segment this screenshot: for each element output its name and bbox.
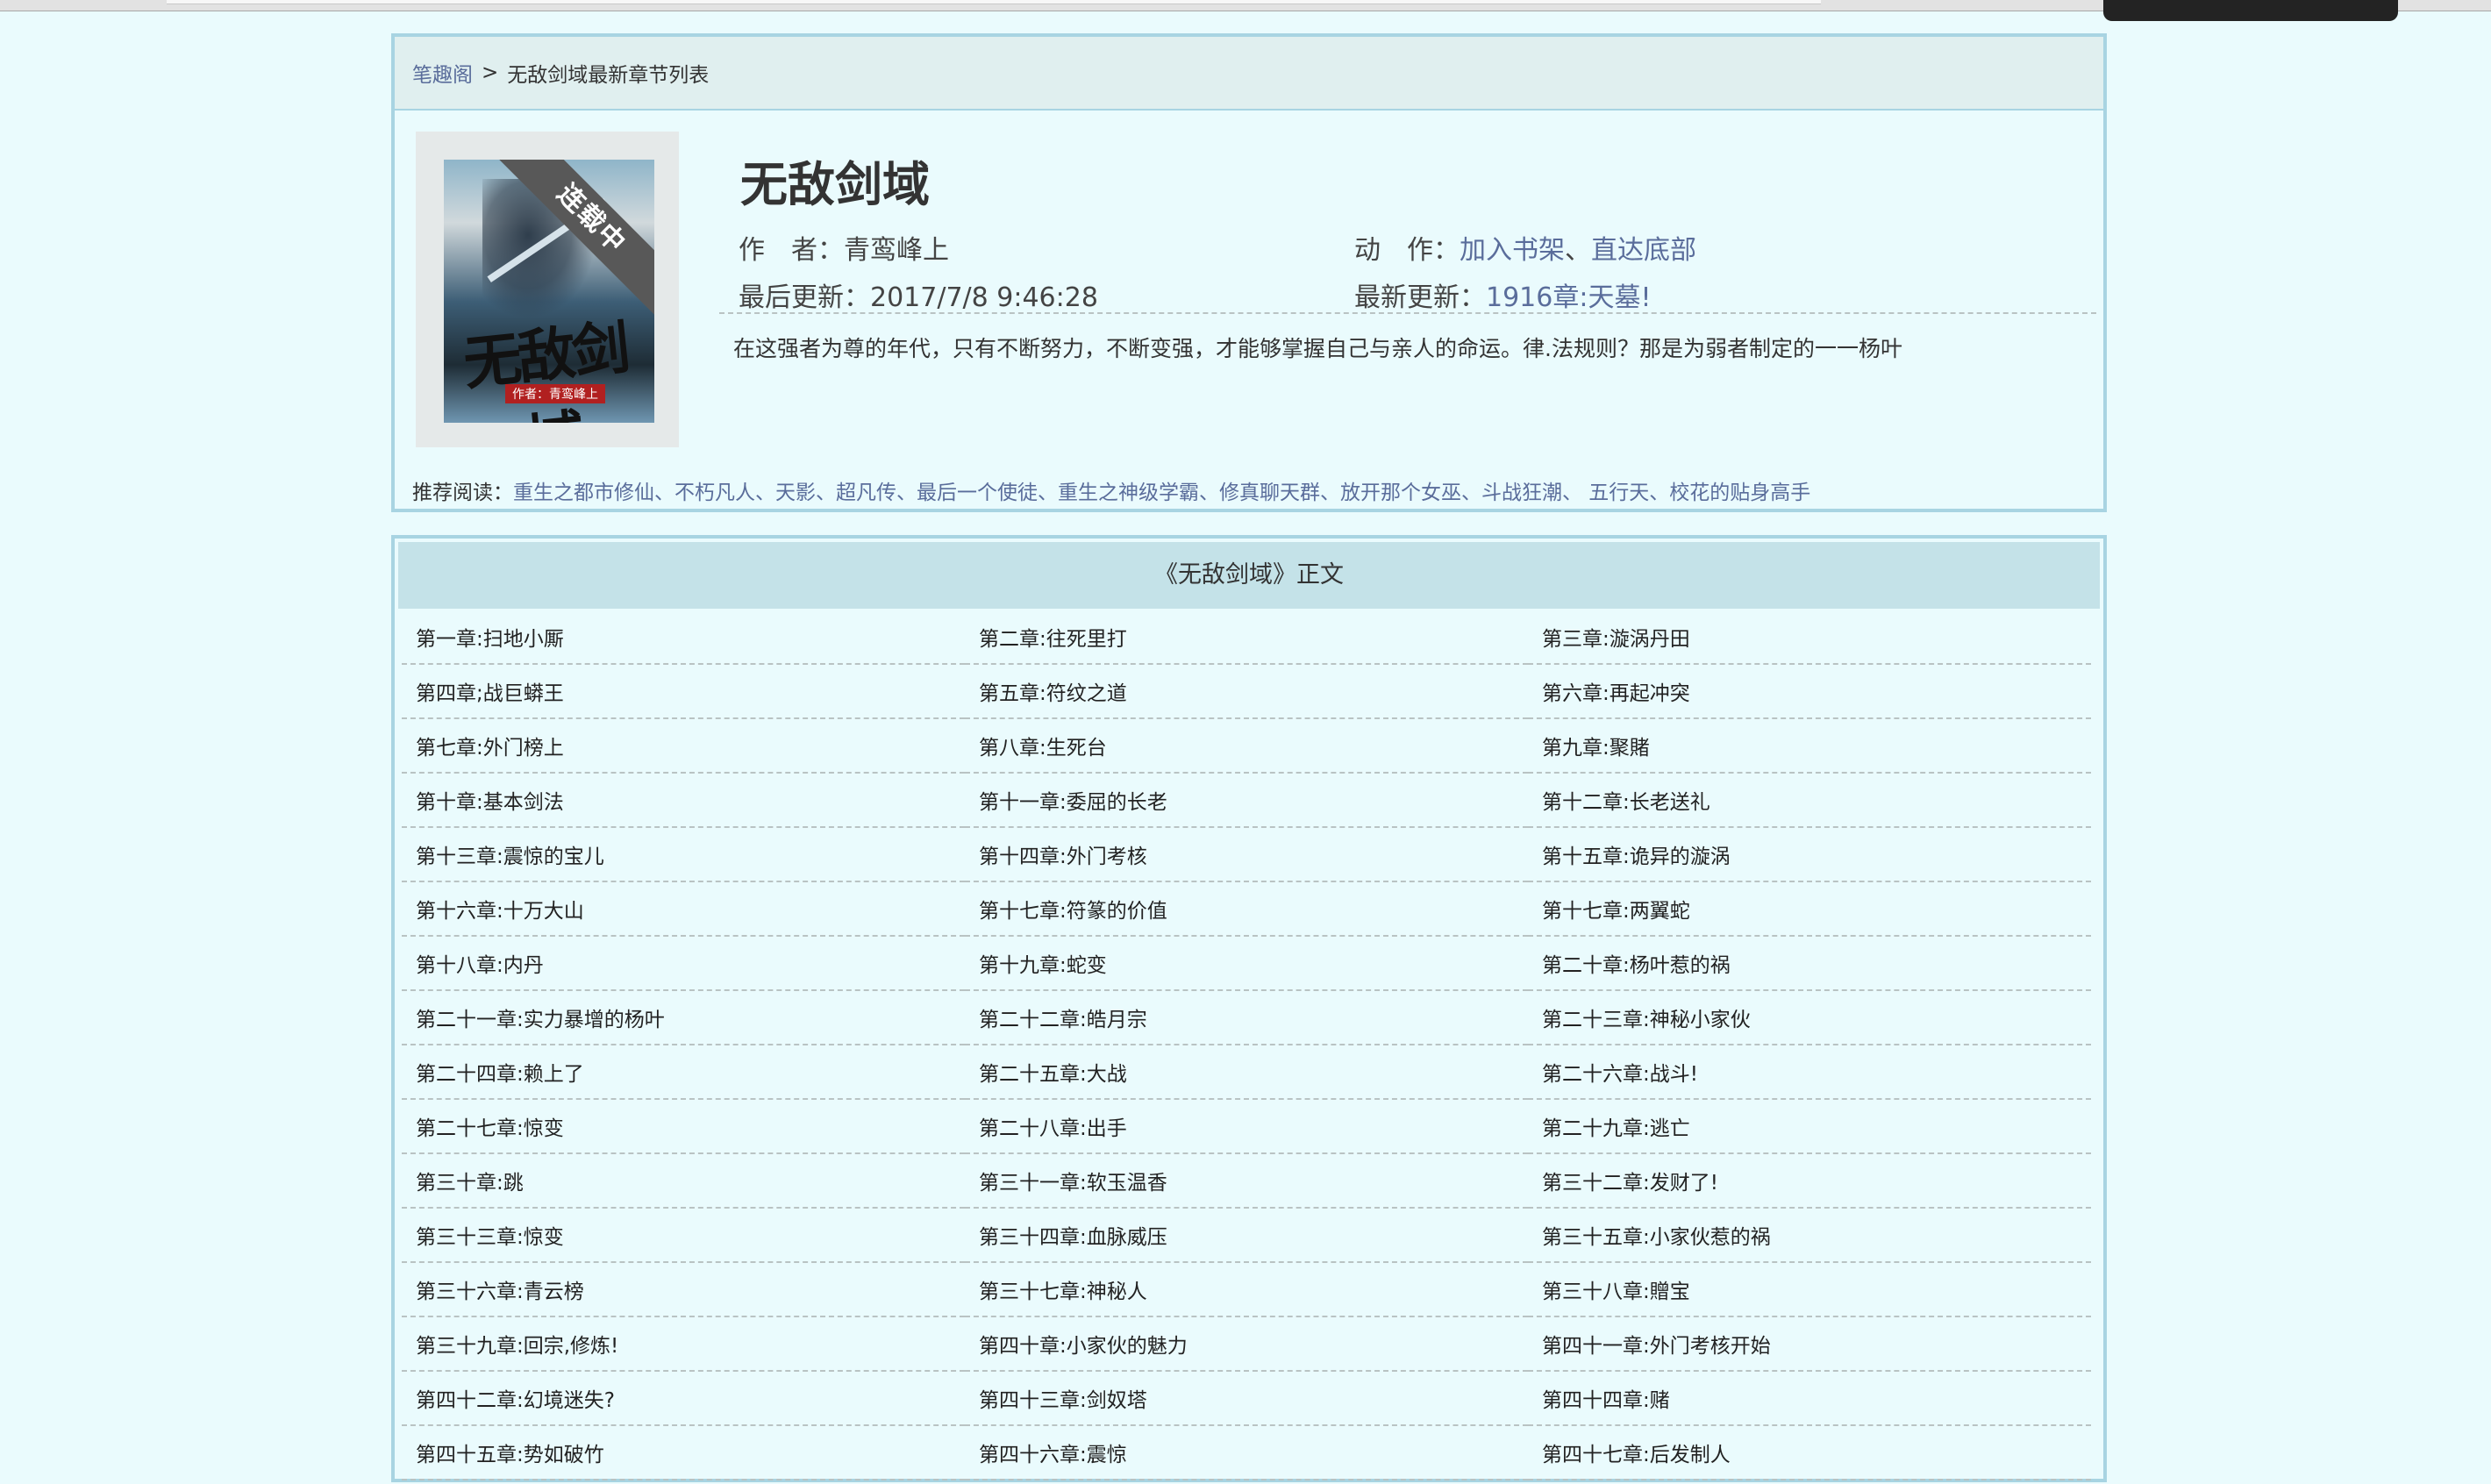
chapter-link[interactable]: 第二章:往死里打	[965, 610, 1528, 665]
chapter-link[interactable]: 第十九章:蛇变	[965, 937, 1528, 991]
book-info-panel: 笔趣阁 > 无敌剑域最新章节列表 无敌剑域 作者：青鸾峰上 连载中 无敌剑域 作…	[391, 33, 2107, 512]
chapter-link[interactable]: 第十章:基本剑法	[402, 774, 965, 828]
chapter-link[interactable]: 第十一章:委屈的长老	[965, 774, 1528, 828]
chapter-list-panel: 《无敌剑域》正文 第一章:扫地小厮 第二章:往死里打 第三章:漩涡丹田第四章;战巨蟒…	[391, 535, 2107, 1482]
chapter-link[interactable]: 第四十章:小家伙的魅力	[965, 1317, 1528, 1372]
breadcrumb-separator: >	[482, 61, 499, 84]
chapter-link[interactable]: 第十六章:十万大山	[402, 882, 965, 937]
chapter-link[interactable]: 第十五章:诡异的漩涡	[1528, 828, 2091, 882]
chapter-link[interactable]: 第三十二章:发财了!	[1528, 1154, 2091, 1209]
cover-author-tag: 作者：青鸾峰上	[505, 384, 605, 403]
chapter-link[interactable]: 第四十一章:外门考核开始	[1528, 1317, 2091, 1372]
chapter-link[interactable]: 第一章:扫地小厮	[402, 610, 965, 665]
info-divider	[719, 312, 2096, 314]
breadcrumb: 笔趣阁 > 无敌剑域最新章节列表	[395, 37, 2103, 111]
latest-chapter-link[interactable]: 1916章:天墓!	[1486, 282, 1651, 313]
chapter-link[interactable]: 第十二章:长老送礼	[1528, 774, 2091, 828]
chapter-link[interactable]: 第二十八章:出手	[965, 1100, 1528, 1154]
chapter-link[interactable]: 第十七章:符篆的价值	[965, 882, 1528, 937]
chapter-link[interactable]: 第二十六章:战斗!	[1528, 1045, 2091, 1100]
chapter-link[interactable]: 第四十六章:震惊	[965, 1426, 1528, 1480]
recommend-reading: 推荐阅读：重生之都市修仙、不朽凡人、天影、超凡传、最后一个使徒、重生之神级学霸、…	[412, 475, 1810, 505]
chapter-link[interactable]: 第八章:生死台	[965, 719, 1528, 774]
chapter-link[interactable]: 第六章:再起冲突	[1528, 665, 2091, 719]
breadcrumb-current: 无敌剑域最新章节列表	[507, 64, 710, 87]
browser-top-bar	[0, 0, 2491, 21]
recommend-label: 推荐阅读：	[412, 482, 513, 504]
add-to-shelf-link[interactable]: 加入书架	[1460, 235, 1565, 266]
author-name: 青鸾峰上	[844, 235, 949, 266]
book-cover-image[interactable]: 无敌剑域 作者：青鸾峰上 连载中	[444, 160, 654, 423]
chapter-link[interactable]: 第三十七章:神秘人	[965, 1263, 1528, 1317]
last-updated-label: 最后更新：	[739, 282, 870, 313]
breadcrumb-home-link[interactable]: 笔趣阁	[412, 58, 473, 88]
chapter-link[interactable]: 第二十五章:大战	[965, 1045, 1528, 1100]
chapter-link[interactable]: 第三十一章:软玉温香	[965, 1154, 1528, 1209]
last-updated-time: 2017/7/8 9:46:28	[870, 282, 1098, 313]
scroll-track[interactable]	[167, 0, 1821, 4]
last-updated-row: 最后更新：2017/7/8 9:46:28	[739, 275, 1098, 314]
chapter-link[interactable]: 第十四章:外门考核	[965, 828, 1528, 882]
chapter-link[interactable]: 第二十章:杨叶惹的祸	[1528, 937, 2091, 991]
latest-chapter-label: 最新更新：	[1354, 282, 1486, 313]
chapter-link[interactable]: 第七章:外门榜上	[402, 719, 965, 774]
chapter-link[interactable]: 第四十五章:势如破竹	[402, 1426, 965, 1480]
chapter-link[interactable]: 第九章:聚賭	[1528, 719, 2091, 774]
chapter-link[interactable]: 第十七章:两翼蛇	[1528, 882, 2091, 937]
chapter-link[interactable]: 第五章:符纹之道	[965, 665, 1528, 719]
latest-chapter-row: 最新更新：1916章:天墓!	[1354, 275, 1651, 314]
action-label: 动 作：	[1354, 235, 1460, 266]
chapter-link[interactable]: 第四十三章:剑奴塔	[965, 1372, 1528, 1426]
chapter-link[interactable]: 第三十九章:回宗,修炼!	[402, 1317, 965, 1372]
chapter-link[interactable]: 第二十九章:逃亡	[1528, 1100, 2091, 1154]
chapter-link[interactable]: 第三十五章:小家伙惹的祸	[1528, 1209, 2091, 1263]
action-separator: 、	[1565, 235, 1591, 266]
chapter-link[interactable]: 第三十四章:血脉威压	[965, 1209, 1528, 1263]
chapter-link[interactable]: 第二十三章:神秘小家伙	[1528, 991, 2091, 1045]
author-row: 作 者：青鸾峰上	[739, 228, 949, 267]
chapter-link[interactable]: 第二十一章:实力暴增的杨叶	[402, 991, 965, 1045]
chapter-link[interactable]: 第四十四章:赌	[1528, 1372, 2091, 1426]
cover-title-art: 无敌剑域	[460, 312, 631, 423]
chapter-link[interactable]: 第二十四章:赖上了	[402, 1045, 965, 1100]
action-row: 动 作：加入书架、直达底部	[1354, 228, 1696, 267]
overlay-handle[interactable]	[2103, 0, 2398, 21]
chapter-link[interactable]: 第十八章:内丹	[402, 937, 965, 991]
author-label: 作 者：	[739, 235, 844, 266]
book-cover-frame: 无敌剑域 作者：青鸾峰上 连载中	[416, 132, 679, 447]
chapter-link[interactable]: 第三章:漩涡丹田	[1528, 610, 2091, 665]
chapter-link[interactable]: 第二十二章:皓月宗	[965, 991, 1528, 1045]
chapter-link[interactable]: 第三十章:跳	[402, 1154, 965, 1209]
book-title: 无敌剑域	[740, 157, 930, 212]
chapter-list-header: 《无敌剑域》正文	[398, 542, 2100, 609]
chapter-link[interactable]: 第三十六章:青云榜	[402, 1263, 965, 1317]
jump-to-bottom-link[interactable]: 直达底部	[1591, 235, 1696, 266]
chapter-link[interactable]: 第三十八章:贈宝	[1528, 1263, 2091, 1317]
recommend-links[interactable]: 重生之都市修仙、不朽凡人、天影、超凡传、最后一个使徒、重生之神级学霸、修真聊天群…	[513, 482, 1810, 504]
chapter-grid: 第一章:扫地小厮 第二章:往死里打 第三章:漩涡丹田第四章;战巨蟒王 第五章:符纹之道…	[402, 610, 2093, 1480]
chapter-link[interactable]: 第四十二章:幻境迷失?	[402, 1372, 965, 1426]
chapter-link[interactable]: 第二十七章:惊变	[402, 1100, 965, 1154]
chapter-link[interactable]: 第四十七章:后发制人	[1528, 1426, 2091, 1480]
book-intro: 在这强者为尊的年代，只有不断努力，不断变强，才能够掌握自己与亲人的命运。律.法规…	[733, 336, 1902, 361]
chapter-link[interactable]: 第十三章:震惊的宝儿	[402, 828, 965, 882]
chapter-link[interactable]: 第三十三章:惊变	[402, 1209, 965, 1263]
chapter-link[interactable]: 第四章;战巨蟒王	[402, 665, 965, 719]
